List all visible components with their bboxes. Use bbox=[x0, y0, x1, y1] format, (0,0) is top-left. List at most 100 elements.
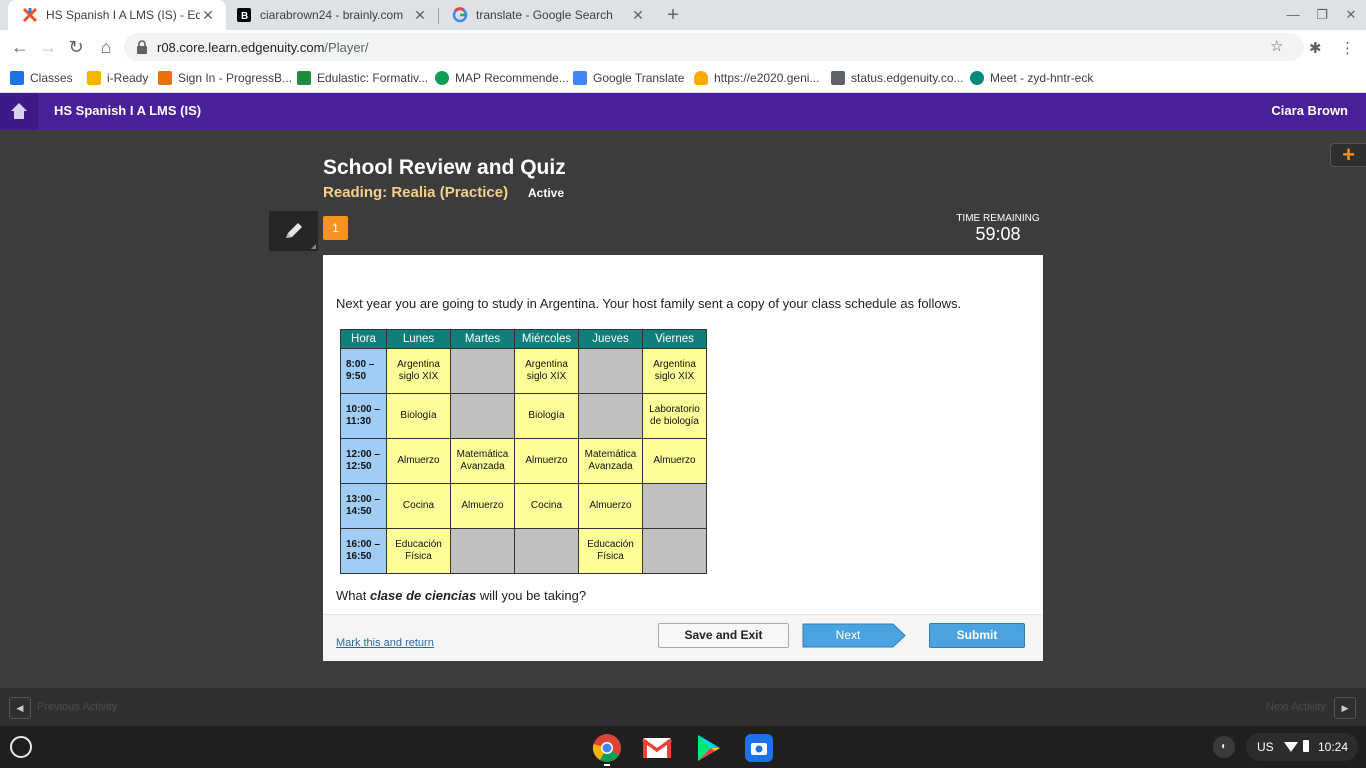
schedule-class-cell: Cocina bbox=[514, 483, 579, 529]
schedule-time-cell: 16:00 –16:50 bbox=[340, 528, 387, 574]
schedule-class-cell: Almuerzo bbox=[386, 438, 451, 484]
next-activity-label[interactable]: Next Activity bbox=[1266, 701, 1326, 713]
status-icon bbox=[831, 71, 845, 85]
time-line: 10:00 – bbox=[346, 404, 380, 415]
schedule-empty-cell bbox=[450, 393, 515, 439]
schedule-empty-cell bbox=[578, 348, 643, 394]
schedule-class-cell: Educación Física bbox=[578, 528, 643, 574]
schedule-table: Hora Lunes Martes Miércoles Jueves Viernes 8:… bbox=[340, 329, 707, 574]
close-icon[interactable]: ✕ bbox=[412, 7, 428, 24]
next-activity-icon[interactable]: ▶ bbox=[1334, 697, 1356, 719]
user-name[interactable]: Ciara Brown bbox=[1271, 103, 1348, 118]
time-line: 8:00 – bbox=[346, 359, 375, 370]
bookmark-iready[interactable]: i-Ready bbox=[87, 68, 148, 88]
mark-and-return-link[interactable]: Mark this and return bbox=[336, 637, 434, 649]
extensions-icon[interactable]: ✱ bbox=[1309, 39, 1322, 57]
gmail-icon[interactable] bbox=[641, 733, 673, 763]
submit-button[interactable]: Submit bbox=[929, 623, 1025, 648]
forward-icon[interactable]: → bbox=[36, 35, 60, 59]
close-icon[interactable]: ✕ bbox=[200, 7, 216, 24]
brainly-icon: B bbox=[236, 7, 252, 23]
class-line: Física bbox=[597, 551, 624, 562]
schedule-class-cell: Almuerzo bbox=[642, 438, 707, 484]
meet-icon bbox=[970, 71, 984, 85]
play-store-icon[interactable] bbox=[693, 733, 723, 763]
class-line: Cocina bbox=[402, 500, 435, 511]
question-number-button[interactable]: 1 bbox=[323, 216, 348, 240]
save-and-exit-button[interactable]: Save and Exit bbox=[658, 623, 789, 648]
class-line: siglo XIX bbox=[526, 371, 567, 382]
launcher-icon[interactable] bbox=[10, 736, 32, 758]
reload-icon[interactable]: ↻ bbox=[64, 35, 88, 59]
address-bar[interactable]: r08.core.learn.edgenuity.com/Player/ bbox=[124, 33, 1304, 61]
schedule-class-cell: Almuerzo bbox=[514, 438, 579, 484]
class-line: Biología bbox=[528, 410, 565, 421]
schedule-class-cell: Argentina siglo XIX bbox=[386, 348, 451, 394]
bookmark-star-icon[interactable]: ☆ bbox=[1270, 37, 1283, 55]
bookmark-classes[interactable]: Classes bbox=[10, 68, 73, 88]
tab-edgenuity[interactable]: HS Spanish I A LMS (IS) - Edgenuity ✕ bbox=[8, 0, 226, 30]
chrome-icon[interactable] bbox=[592, 733, 622, 763]
schedule-header-cell: Martes bbox=[450, 329, 515, 349]
bookmark-progressbook[interactable]: Sign In - ProgressB... bbox=[158, 68, 292, 88]
schedule-empty-cell bbox=[450, 348, 515, 394]
activity-title: Reading: Realia (Practice) bbox=[323, 184, 509, 201]
menu-icon[interactable]: ⋮ bbox=[1340, 39, 1355, 57]
tab-brainly[interactable]: B ciarabrown24 - brainly.com ✕ bbox=[222, 0, 438, 30]
bookmark-status[interactable]: status.edgenuity.co... bbox=[831, 68, 964, 88]
edulastic-icon bbox=[297, 71, 311, 85]
new-tab-icon[interactable]: + bbox=[662, 4, 684, 26]
tab-title: HS Spanish I A LMS (IS) - Edgenuity bbox=[46, 8, 200, 22]
pencil-icon bbox=[286, 223, 302, 238]
time-line: 13:00 – bbox=[346, 494, 380, 505]
class-line: Almuerzo bbox=[653, 455, 696, 466]
previous-activity-icon[interactable]: ◀ bbox=[9, 697, 31, 719]
schedule-header-cell: Jueves bbox=[578, 329, 643, 349]
schedule-row: 12:00 –12:50 Almuerzo Matemática Avanzada Al… bbox=[340, 438, 707, 484]
running-indicator bbox=[604, 764, 610, 766]
minimize-icon[interactable]: — bbox=[1279, 0, 1307, 30]
schedule-class-cell: Biología bbox=[514, 393, 579, 439]
previous-activity-label[interactable]: Previous Activity bbox=[37, 701, 117, 713]
plus-icon[interactable]: + bbox=[1330, 143, 1366, 167]
schedule-class-cell: Biología bbox=[386, 393, 451, 439]
tab-google[interactable]: translate - Google Search ✕ bbox=[438, 0, 656, 30]
bookmark-edulastic[interactable]: Edulastic: Formativ... bbox=[297, 68, 428, 88]
class-line: siglo XIX bbox=[398, 371, 439, 382]
bookmark-google-translate[interactable]: Google Translate bbox=[573, 68, 684, 88]
bookmark-map[interactable]: MAP Recommende... bbox=[435, 68, 569, 88]
class-line: Biología bbox=[400, 410, 437, 421]
bookmark-e2020[interactable]: https://e2020.geni... bbox=[694, 68, 819, 88]
schedule-time-cell: 13:00 –14:50 bbox=[340, 483, 387, 529]
app-header: HS Spanish I A LMS (IS) Ciara Brown bbox=[0, 93, 1366, 130]
translate-icon bbox=[573, 71, 587, 85]
next-button[interactable]: Next bbox=[802, 623, 906, 648]
question-emphasis: clase de ciencias bbox=[369, 588, 477, 603]
time-line: 14:50 bbox=[346, 506, 372, 517]
time-line: 9:50 bbox=[346, 371, 367, 382]
tab-title: translate - Google Search bbox=[476, 8, 613, 22]
notes-button[interactable] bbox=[269, 211, 318, 251]
volume-icon[interactable]: ◐ bbox=[1213, 736, 1235, 758]
activity-nav-bar: ◀ Previous Activity Next Activity ▶ bbox=[0, 688, 1366, 726]
question-text: What clase de ciencias will you be takin… bbox=[336, 588, 587, 603]
iready-icon bbox=[87, 71, 101, 85]
close-window-icon[interactable]: ✕ bbox=[1337, 0, 1365, 30]
schedule-class-cell: Almuerzo bbox=[578, 483, 643, 529]
time-line: 12:50 bbox=[346, 461, 372, 472]
back-icon[interactable]: ← bbox=[8, 35, 32, 59]
files-icon[interactable] bbox=[744, 733, 774, 763]
schedule-empty-cell bbox=[642, 528, 707, 574]
close-icon[interactable]: ✕ bbox=[630, 7, 646, 24]
restore-icon[interactable]: ❐ bbox=[1308, 0, 1336, 30]
home-icon[interactable]: ⌂ bbox=[94, 35, 118, 59]
class-line: de biología bbox=[650, 416, 699, 427]
schedule-class-cell: Educación Física bbox=[386, 528, 451, 574]
home-button[interactable] bbox=[0, 93, 38, 130]
class-line: Laboratorio bbox=[649, 404, 700, 415]
status-tray[interactable]: US 10:24 bbox=[1246, 733, 1358, 761]
bookmark-meet[interactable]: Meet - zyd-hntr-eck bbox=[970, 68, 1093, 88]
clock: 10:24 bbox=[1318, 740, 1349, 754]
question-panel: Next year you are going to study in Arge… bbox=[323, 255, 1043, 661]
google-icon bbox=[452, 7, 468, 23]
